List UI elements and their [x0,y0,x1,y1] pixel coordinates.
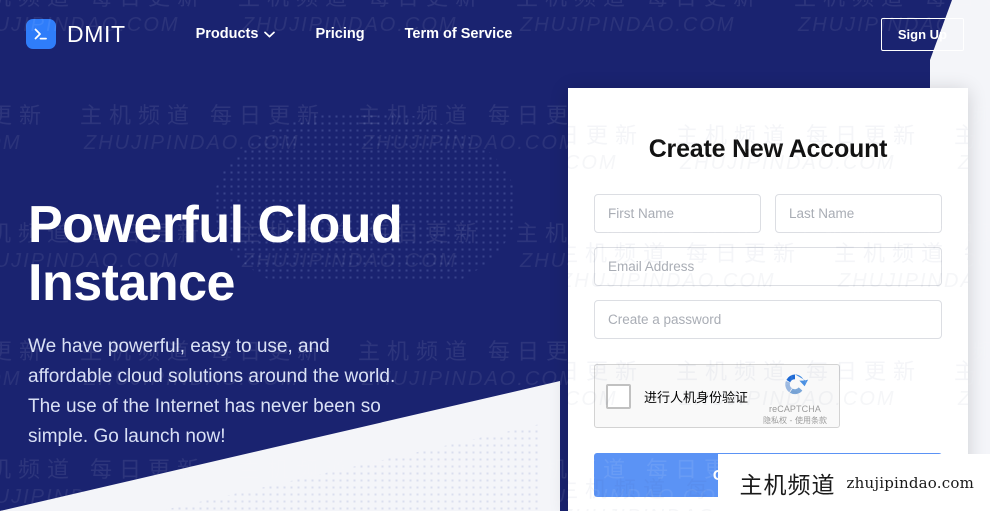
nav-item-term-of-service[interactable]: Term of Service [405,26,513,42]
hero-subtitle: We have powerful, easy to use, and affor… [28,336,396,447]
nav-item-label: Pricing [315,26,365,42]
recaptcha-label: 进行人机身份验证 [644,390,749,406]
brand-name: DMIT [67,20,126,47]
page-root: DMIT Products Pricing Term of Service Si… [0,0,990,511]
nav-item-products[interactable]: Products [196,26,276,42]
hero-title: Powerful Cloud Instance [28,196,448,312]
badge-chinese-text: 主机频道 [739,472,836,499]
hero-content: Powerful Cloud Instance We have powerful… [28,196,448,452]
hero-title-line-1: Powerful Cloud [28,196,403,254]
main-navigation: Products Pricing Term of Service [196,26,513,42]
name-row [594,194,942,233]
site-watermark-badge: 主机频道 zhujipindao.com [717,454,990,511]
recaptcha-checkbox[interactable] [606,383,631,409]
site-header: DMIT Products Pricing Term of Service Si… [0,0,990,68]
sign-up-button[interactable]: Sign Up [880,17,964,51]
signup-form: 进行人机身份验证 reCAPTCHA 隐私权 - 使用条款 Create Acc [594,194,942,497]
first-name-input[interactable] [594,194,761,233]
nav-item-label: Products [195,26,259,42]
badge-domain-text: zhujipindao.com [846,473,974,492]
card-title: Create New Account [648,135,888,163]
recaptcha-widget[interactable]: 进行人机身份验证 reCAPTCHA 隐私权 - 使用条款 [594,364,840,428]
terminal-prompt-icon [26,19,56,49]
brand-logo[interactable]: DMIT [26,19,126,49]
last-name-input[interactable] [775,194,942,233]
recaptcha-brand-name: reCAPTCHA [769,404,821,414]
recaptcha-arrows-icon [759,370,831,403]
password-input[interactable] [594,300,942,339]
nav-item-label: Term of Service [404,26,513,42]
nav-item-pricing[interactable]: Pricing [315,26,364,42]
create-account-card: Create New Account 进行人机身份验证 [568,88,968,511]
recaptcha-branding: reCAPTCHA 隐私权 - 使用条款 [759,370,831,426]
email-input[interactable] [594,247,942,286]
hero-title-line-2: Instance [28,254,235,312]
recaptcha-terms-link[interactable]: 隐私权 - 使用条款 [759,415,831,426]
chevron-down-icon [264,26,276,42]
